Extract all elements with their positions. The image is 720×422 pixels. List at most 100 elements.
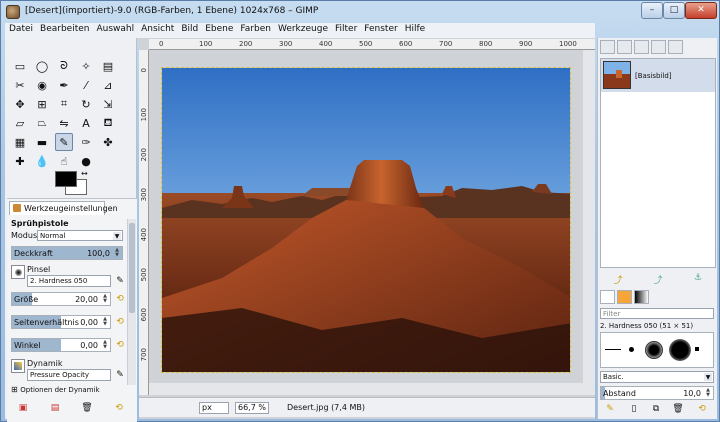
blend-tool-icon[interactable]: ▦ [11, 133, 29, 151]
brush-hardness-050[interactable] [645, 341, 663, 359]
edit-brush-icon[interactable]: ✎ [114, 275, 126, 287]
zoom-select[interactable]: 66,7 % [235, 402, 269, 414]
menu-fenster[interactable]: Fenster [360, 23, 400, 34]
tab-paths[interactable] [634, 40, 649, 54]
reset-size-icon[interactable]: ⟲ [114, 293, 126, 305]
delete-options-icon[interactable]: 🗑 [81, 403, 93, 415]
rect-select-tool-icon[interactable]: ▭ [11, 57, 29, 75]
airbrush-tool-icon[interactable]: ✎ [55, 133, 73, 151]
measure-tool-icon[interactable]: ⊿ [99, 76, 117, 94]
heal-tool-icon[interactable]: ✚ [11, 152, 29, 170]
size-slider[interactable]: Größe 20,00 ▲ ▼ [11, 292, 111, 306]
desert-image[interactable] [161, 67, 571, 373]
reset-options-icon[interactable]: ⟲ [113, 403, 125, 415]
tab-undo[interactable] [651, 40, 666, 54]
angle-slider[interactable]: Winkel 0,00 ▲ ▼ [11, 338, 111, 352]
smudge-tool-icon[interactable]: ☝ [55, 152, 73, 170]
menu-bearbeiten[interactable]: Bearbeiten [36, 23, 92, 34]
rotate-tool-icon[interactable]: ↻ [77, 95, 95, 113]
menu-werkzeuge[interactable]: Werkzeuge [274, 23, 331, 34]
move-tool-icon[interactable]: ✥ [11, 95, 29, 113]
menu-ansicht[interactable]: Ansicht [137, 23, 177, 34]
aspect-slider[interactable]: Seitenverhältnis 0,00 ▲ ▼ [11, 315, 111, 329]
scrollbar-thumb[interactable] [129, 223, 135, 313]
spacing-slider[interactable]: Abstand 10,0 ▲ ▼ [600, 386, 714, 400]
foreground-color[interactable] [55, 171, 77, 187]
blur-tool-icon[interactable]: 💧 [33, 152, 51, 170]
flip-tool-icon[interactable]: ⇋ [55, 114, 73, 132]
spin-arrows-icon[interactable]: ▲ ▼ [113, 248, 121, 258]
menu-datei[interactable]: Datei [5, 23, 36, 34]
tab-channels[interactable] [617, 40, 632, 54]
left-ruler[interactable]: 0 100 200 300 400 500 600 700 [139, 50, 149, 395]
menu-filter[interactable]: Filter [331, 23, 360, 34]
edit-dynamics-icon[interactable]: ✎ [114, 369, 126, 381]
duplicate-layer-icon[interactable]: ⤴ [652, 273, 664, 286]
menu-ebene[interactable]: Ebene [201, 23, 236, 34]
dodge-burn-tool-icon[interactable]: ● [77, 152, 95, 170]
spin-arrows-icon[interactable]: ▲ ▼ [704, 388, 712, 398]
refresh-brushes-icon[interactable]: ⟲ [696, 404, 708, 416]
brush-select[interactable]: 2. Hardness 050 [27, 275, 111, 287]
tab-brushes-list[interactable] [600, 290, 615, 304]
tool-options-scrollbar[interactable] [127, 219, 136, 385]
dynamics-options-expander[interactable]: ⊞ Optionen der Dynamik [11, 385, 100, 394]
align-tool-icon[interactable]: ⊞ [33, 95, 51, 113]
unit-select[interactable]: px [199, 402, 229, 414]
tab-gradients[interactable] [634, 290, 649, 304]
maximize-button[interactable]: □ [663, 2, 685, 19]
close-button[interactable]: ✕ [685, 2, 717, 19]
ellipse-select-tool-icon[interactable]: ◯ [33, 57, 51, 75]
eraser-tool-icon[interactable]: ▬ [33, 133, 51, 151]
menu-auswahl[interactable]: Auswahl [92, 23, 137, 34]
brush-pixel[interactable] [695, 347, 699, 351]
menu-hilfe[interactable]: Hilfe [401, 23, 428, 34]
horizontal-scrollbar[interactable] [149, 383, 583, 395]
new-layer-icon[interactable]: ⤴ [612, 273, 624, 286]
tab-patterns[interactable] [617, 290, 632, 304]
clone-tool-icon[interactable]: ✤ [99, 133, 117, 151]
free-select-tool-icon[interactable]: ᘐ [55, 57, 73, 75]
scale-tool-icon[interactable]: ⇲ [99, 95, 117, 113]
color-picker-tool-icon[interactable]: ⁄ [77, 76, 95, 94]
anchor-layer-icon[interactable]: ⚓ [692, 273, 704, 285]
reset-aspect-icon[interactable]: ⟲ [114, 316, 126, 328]
tab-layers[interactable] [600, 40, 615, 54]
scissors-tool-icon[interactable]: ✂ [11, 76, 29, 94]
save-options-icon[interactable]: ▣ [17, 403, 29, 415]
new-brush-icon[interactable]: ▯ [628, 404, 640, 416]
vertical-scrollbar[interactable] [583, 50, 595, 395]
brush-category-select[interactable]: Basic. ▼ [600, 371, 714, 383]
brush-preview[interactable] [11, 265, 25, 279]
perspective-tool-icon[interactable]: ⏢ [33, 114, 51, 132]
menu-bild[interactable]: Bild [177, 23, 201, 34]
tab-brushes[interactable] [668, 40, 683, 54]
minimize-button[interactable]: – [641, 2, 663, 19]
tab-tool-options[interactable]: Werkzeugeinstellungen [9, 201, 118, 215]
layer-row[interactable]: [Basisbild] [601, 59, 715, 92]
bucket-fill-tool-icon[interactable]: ⛾ [99, 114, 117, 132]
mode-select[interactable]: Normal ▼ [37, 230, 123, 241]
spin-arrows-icon[interactable]: ▲ ▼ [101, 317, 109, 327]
duplicate-brush-icon[interactable]: ⧉ [650, 404, 662, 416]
dynamics-select[interactable]: Pressure Opacity [27, 369, 111, 381]
restore-options-icon[interactable]: ▤ [49, 403, 61, 415]
paths-tool-icon[interactable]: ✒ [55, 76, 73, 94]
delete-brush-icon[interactable]: 🗑 [672, 404, 684, 416]
brushes-filter-input[interactable]: Filter [600, 308, 714, 319]
spin-arrows-icon[interactable]: ▲ ▼ [101, 340, 109, 350]
crop-tool-icon[interactable]: ⌗ [55, 95, 73, 113]
fuzzy-select-tool-icon[interactable]: ✧ [77, 57, 95, 75]
brush-large[interactable] [669, 339, 691, 361]
ink-tool-icon[interactable]: ✑ [77, 133, 95, 151]
opacity-slider[interactable]: Deckkraft 100,0 ▲ ▼ [11, 246, 123, 260]
text-tool-icon[interactable]: A [77, 114, 95, 132]
foreground-select-tool-icon[interactable]: ◉ [33, 76, 51, 94]
dynamics-preview[interactable] [11, 359, 25, 373]
shear-tool-icon[interactable]: ▱ [11, 114, 29, 132]
brush-small[interactable] [629, 347, 634, 352]
brush-line[interactable] [605, 349, 621, 350]
reset-angle-icon[interactable]: ⟲ [114, 339, 126, 351]
spin-arrows-icon[interactable]: ▲ ▼ [101, 294, 109, 304]
swap-colors-icon[interactable]: ↔ [81, 169, 88, 178]
